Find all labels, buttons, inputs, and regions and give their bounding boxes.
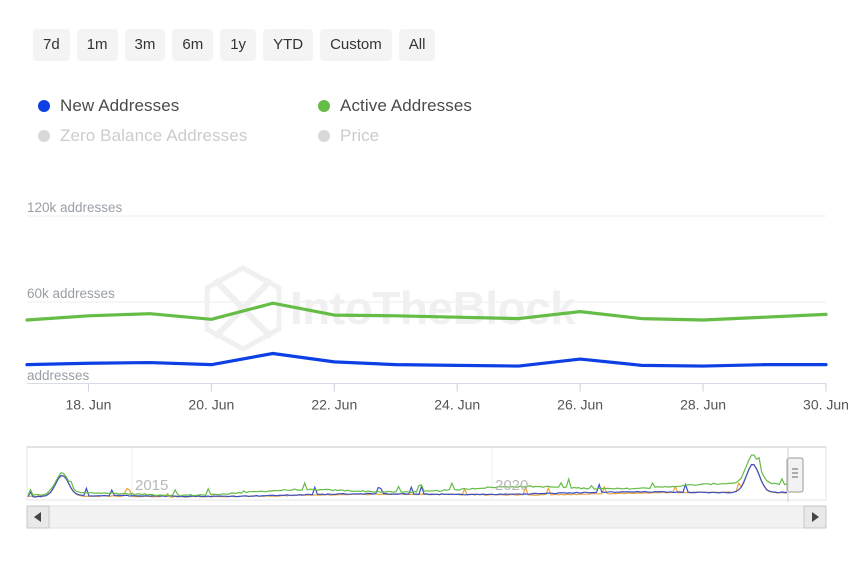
legend-item-new-addresses[interactable]: New Addresses [38,93,318,119]
y-axis-label-0: addresses [27,368,90,383]
legend-item-zero-balance-addresses[interactable]: Zero Balance Addresses [38,123,318,149]
legend-dot-icon-zero-balance-addresses [38,130,50,142]
range-button-1m[interactable]: 1m [76,29,118,61]
chart-legend: New Addresses Active Addresses Zero Bala… [38,93,578,149]
main-chart-svg: IntoTheBlock 120k addresses 60k addresse… [25,200,849,413]
x-axis-tick-label: 28. Jun [680,397,726,413]
x-axis-tick-label: 20. Jun [188,397,234,413]
hexagon-logo-icon [204,265,282,352]
watermark-text: IntoTheBlock [290,282,576,334]
x-axis [27,383,827,392]
range-button-all[interactable]: All [398,29,436,61]
range-button-7d[interactable]: 7d [33,29,70,61]
x-axis-tick-label: 24. Jun [434,397,480,413]
y-axis-label-60k: 60k addresses [27,286,115,301]
main-chart[interactable]: IntoTheBlock 120k addresses 60k addresse… [0,180,850,425]
legend-label-price: Price [340,126,380,145]
range-selector: 7d 1m 3m 6m 1y YTD Custom All [33,29,436,61]
navigator-handle-right[interactable] [786,457,804,493]
scroll-left-button[interactable] [26,505,50,529]
range-button-ytd[interactable]: YTD [263,29,314,61]
range-button-6m[interactable]: 6m [172,29,214,61]
legend-label-active-addresses: Active Addresses [340,96,472,115]
navigator-year-label-2020: 2020 [495,477,528,494]
line-new-addresses [25,351,828,368]
y-axis-labels: 120k addresses 60k addresses addresses [27,200,123,383]
range-button-1y[interactable]: 1y [220,29,257,61]
x-axis-labels: 18. Jun 20. Jun 22. Jun 24. Jun 26. Jun 28. J… [65,397,848,413]
x-axis-tick-label: 26. Jun [557,397,603,413]
scroll-right-button[interactable] [803,505,827,529]
navigator-scrollbar[interactable] [26,505,827,529]
navigator-year-label-2015: 2015 [135,477,168,494]
legend-label-new-addresses: New Addresses [60,96,180,115]
legend-dot-icon-price [318,130,330,142]
x-axis-tick-label: 30. Jun [803,397,849,413]
navigator-svg: 2015 2020 [26,446,827,529]
legend-dot-icon-new-addresses [38,100,50,112]
legend-item-active-addresses[interactable]: Active Addresses [318,93,578,119]
range-button-3m[interactable]: 3m [124,29,166,61]
legend-label-zero-balance-addresses: Zero Balance Addresses [60,126,248,145]
y-axis-label-120k: 120k addresses [27,200,123,215]
chart-navigator[interactable]: 2015 2020 [0,440,850,535]
range-button-custom[interactable]: Custom [320,29,392,61]
watermark: IntoTheBlock [204,265,577,352]
legend-item-price[interactable]: Price [318,123,578,149]
legend-dot-icon-active-addresses [318,100,330,112]
x-axis-tick-label: 22. Jun [311,397,357,413]
x-axis-tick-label: 18. Jun [65,397,111,413]
scrollbar-track[interactable] [26,505,827,529]
